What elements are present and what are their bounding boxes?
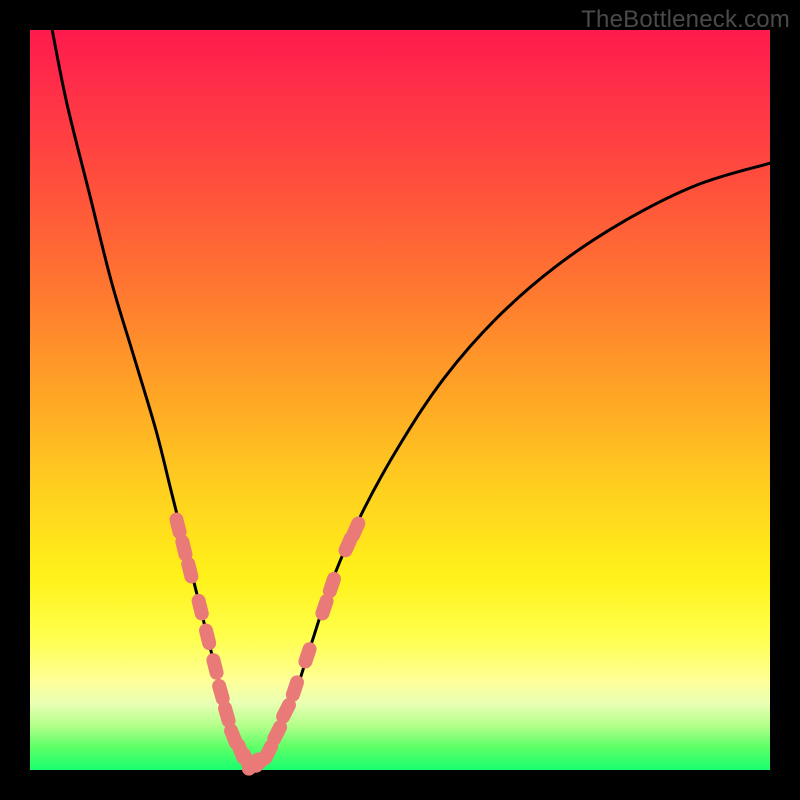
curve-marker: [191, 593, 210, 621]
curve-svg: [30, 30, 770, 770]
curve-marker: [180, 556, 199, 584]
curve-marker: [206, 652, 225, 680]
curve-path-group: [52, 30, 770, 770]
curve-marker: [322, 571, 343, 600]
curve-marker: [285, 674, 306, 703]
curve-marker: [344, 515, 366, 544]
plot-area: [30, 30, 770, 770]
curve-marker: [297, 641, 318, 670]
chart-frame: TheBottleneck.com: [0, 0, 800, 800]
curve-marker: [198, 623, 217, 651]
curve-markers: [169, 512, 367, 778]
bottleneck-curve: [52, 30, 770, 770]
